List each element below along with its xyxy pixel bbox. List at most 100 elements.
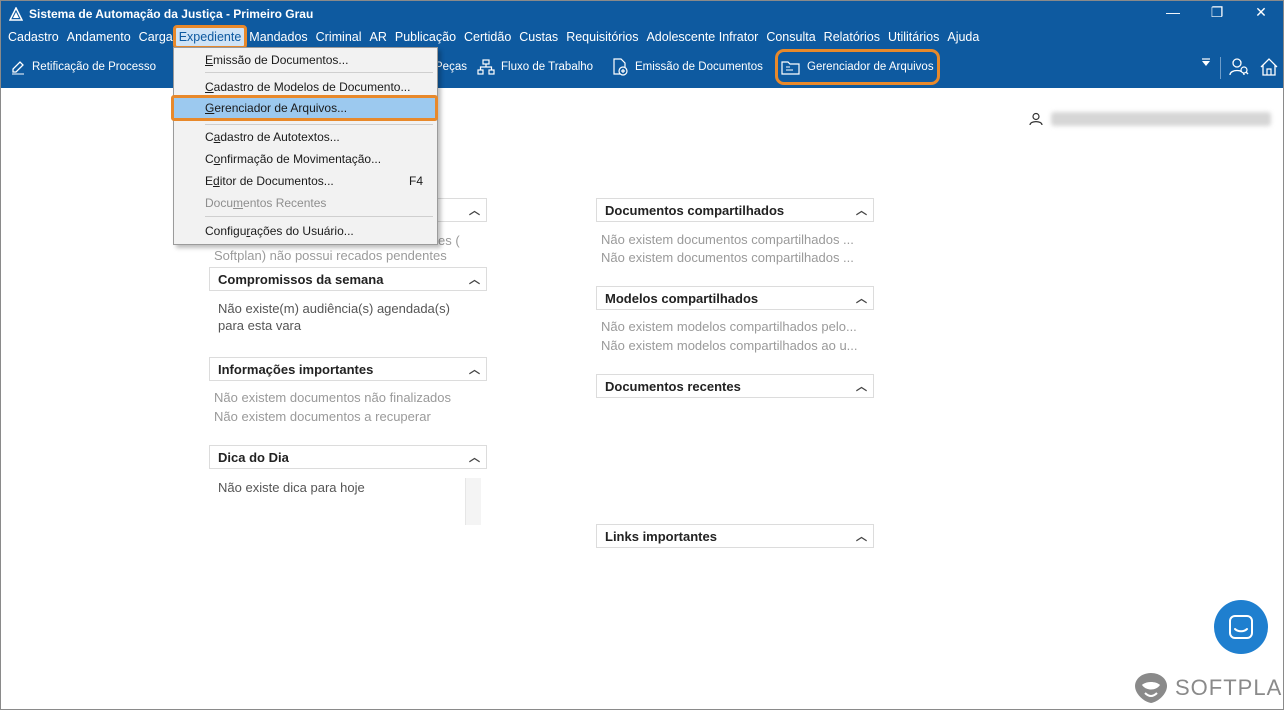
menu-expediente[interactable]: Expediente xyxy=(172,25,248,49)
dica-scrollbar[interactable] xyxy=(465,478,481,525)
pecas-label: Peças xyxy=(435,61,467,73)
mnemonic: G xyxy=(205,101,215,115)
informacoes-line-2: Não existem documentos a recuperar xyxy=(214,409,431,424)
panel-title: Links importantes xyxy=(605,528,717,544)
mnemonic: E xyxy=(205,53,214,67)
expediente-dropdown: Emissão de Documentos... Cadastro de Mod… xyxy=(171,47,438,245)
menu-cadastro[interactable]: Cadastro xyxy=(4,27,63,47)
menu-cadastro-modelos[interactable]: Cadastro de Modelos de Documento... xyxy=(205,80,410,94)
menu-editor-documentos[interactable]: Editor de Documentos... xyxy=(205,174,334,188)
informacoes-line-1: Não existem documentos não finalizados xyxy=(214,390,452,405)
toolbar-dropdown-arrow[interactable] xyxy=(1200,57,1212,69)
menu-criminal[interactable]: Criminal xyxy=(312,27,366,47)
menu-mandados[interactable]: Mandados xyxy=(245,27,311,47)
informacoes-panel-header[interactable]: Informações importantes ︿ xyxy=(209,357,487,381)
compartilhados-line-2[interactable]: Não existem documentos compartilhados ..… xyxy=(601,250,854,265)
modelos-line-1[interactable]: Não existem modelos compartilhados pelo.… xyxy=(601,319,857,334)
chat-button[interactable] xyxy=(1214,600,1268,654)
maximize-button[interactable]: ❐ xyxy=(1195,1,1239,23)
retificacao-processo-button[interactable]: Retificação de Processo xyxy=(10,55,156,79)
menu-configuracoes-usuario[interactable]: Configurações do Usuário... xyxy=(205,224,354,238)
dica-panel-header[interactable]: Dica do Dia ︿ xyxy=(209,445,487,469)
caret-down-icon xyxy=(1202,58,1210,66)
user-name-redacted xyxy=(1051,112,1271,126)
menu-publicacao[interactable]: Publicação xyxy=(391,27,460,47)
menu-relatorios[interactable]: Relatórios xyxy=(820,27,884,47)
compartilhados-panel-header[interactable]: Documentos compartilhados ︿ xyxy=(596,198,874,222)
app-window: Sistema de Automação da Justiça - Primei… xyxy=(0,0,1284,710)
menu-ajuda[interactable]: Ajuda xyxy=(943,27,983,47)
menu-custas[interactable]: Custas xyxy=(515,27,562,47)
menu-bar: Cadastro Andamento Carga Expediente Mand… xyxy=(1,25,1283,49)
menu-emissao-documentos[interactable]: Emissão de Documentos... xyxy=(205,53,348,67)
recados-text-tail: es ( xyxy=(438,233,460,248)
retificacao-label: Retificação de Processo xyxy=(32,61,157,73)
menu-utilitarios[interactable]: Utilitários xyxy=(884,27,943,47)
recados-text: Softplan) não possui recados pendentes xyxy=(214,248,447,263)
user-search-button[interactable] xyxy=(1229,57,1249,77)
user-info xyxy=(1029,112,1271,126)
label-text: itor de Documentos... xyxy=(219,174,334,188)
fluxo-label: Fluxo de Trabalho xyxy=(501,61,594,73)
chevron-up-icon[interactable]: ︿ xyxy=(469,361,480,377)
mnemonic: d xyxy=(213,174,220,188)
menu-carga[interactable]: Carga xyxy=(135,27,175,47)
dica-text: Não existe dica para hoje xyxy=(218,480,365,495)
label-prefix: Configu xyxy=(205,224,247,238)
menu-confirmacao-movimentacao[interactable]: Confirmação de Movimentação... xyxy=(205,152,381,166)
panel-title: Documentos compartilhados xyxy=(605,202,785,218)
menu-separator xyxy=(205,124,433,125)
toolbar-separator xyxy=(1220,57,1221,79)
emissao-documentos-button[interactable]: Emissão de Documentos xyxy=(611,55,763,79)
menu-consulta[interactable]: Consulta xyxy=(762,27,819,47)
menu-separator xyxy=(205,72,433,73)
softplan-logo: SOFTPLAN xyxy=(1133,671,1283,705)
menu-documentos-recentes: Documentos Recentes xyxy=(205,196,326,210)
gerenciador-arquivos-button[interactable]: Gerenciador de Arquivos xyxy=(775,49,940,85)
shortcut-label: F4 xyxy=(408,174,423,188)
user-search-icon xyxy=(1229,58,1249,76)
menu-separator xyxy=(205,216,433,217)
menu-requisitorios[interactable]: Requisitórios xyxy=(562,27,642,47)
minimize-button[interactable]: — xyxy=(1151,1,1195,23)
links-panel-header[interactable]: Links importantes ︿ xyxy=(596,524,874,548)
label-text: nfirmação de Movimentação... xyxy=(220,152,382,166)
label-prefix: C xyxy=(205,130,214,144)
menu-gerenciador-arquivos[interactable]: Gerenciador de Arquivos... xyxy=(205,101,347,115)
chevron-up-icon[interactable]: ︿ xyxy=(469,202,480,218)
chevron-up-icon[interactable]: ︿ xyxy=(469,449,480,465)
compromissos-panel-header[interactable]: Compromissos da semana ︿ xyxy=(209,267,487,291)
label-text: dastro de Autotextos... xyxy=(220,130,340,144)
panel-title: Compromissos da semana xyxy=(218,271,384,287)
chevron-up-icon[interactable]: ︿ xyxy=(856,528,867,544)
fluxo-trabalho-button[interactable]: Fluxo de Trabalho xyxy=(477,55,593,79)
modelos-panel-header[interactable]: Modelos compartilhados ︿ xyxy=(596,286,874,310)
menu-certidao[interactable]: Certidão xyxy=(460,27,515,47)
document-add-icon xyxy=(613,58,628,76)
label-prefix: E xyxy=(205,174,214,188)
chevron-up-icon[interactable]: ︿ xyxy=(856,290,867,306)
chevron-up-icon[interactable]: ︿ xyxy=(469,271,480,287)
home-icon xyxy=(1260,58,1278,76)
chevron-up-icon[interactable]: ︿ xyxy=(856,202,867,218)
menu-cadastro-autotextos[interactable]: Cadastro de Autotextos... xyxy=(205,130,340,144)
edit-document-icon xyxy=(12,61,24,75)
label-text: entos Recentes xyxy=(243,196,327,210)
pecas-button[interactable]: Peças xyxy=(435,55,467,79)
softplan-logo-icon xyxy=(1135,673,1167,703)
label-text: adastro de Modelos de Documento... xyxy=(213,80,411,94)
menu-adolescente-infrator[interactable]: Adolescente Infrator xyxy=(642,27,762,47)
recentes-panel-header[interactable]: Documentos recentes ︿ xyxy=(596,374,874,398)
panel-title: Documentos recentes xyxy=(605,378,741,394)
window-controls: — ❐ ✕ xyxy=(1151,1,1283,27)
menu-ar[interactable]: AR xyxy=(366,27,391,47)
home-button[interactable] xyxy=(1259,57,1279,77)
brand-name: SOFTPLAN xyxy=(1175,675,1283,700)
title-bar: Sistema de Automação da Justiça - Primei… xyxy=(1,1,1283,27)
compromissos-text: Não existe(m) audiência(s) agendada(s) p… xyxy=(218,301,450,333)
close-button[interactable]: ✕ xyxy=(1239,1,1283,23)
menu-andamento[interactable]: Andamento xyxy=(63,27,135,47)
compartilhados-line-1[interactable]: Não existem documentos compartilhados ..… xyxy=(601,232,854,247)
modelos-line-2[interactable]: Não existem modelos compartilhados ao u.… xyxy=(601,338,858,353)
chevron-up-icon[interactable]: ︿ xyxy=(856,378,867,394)
